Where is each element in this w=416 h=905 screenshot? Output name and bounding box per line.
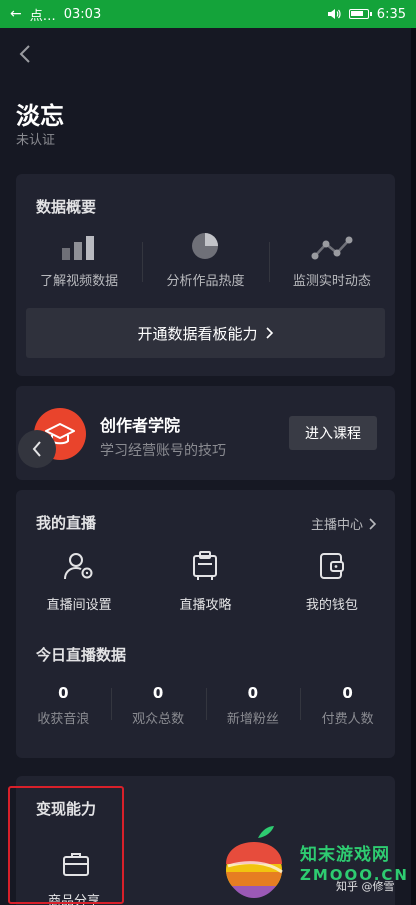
stat-value: 0 bbox=[247, 684, 259, 702]
stat-sound-waves[interactable]: 0 收获音浪 bbox=[16, 684, 111, 728]
tool-work-heat[interactable]: 分析作品热度 bbox=[142, 230, 268, 290]
pie-chart-icon bbox=[192, 233, 219, 259]
watermark: 知末游戏网 ZMOOO.CN 知乎 @修雪 bbox=[218, 820, 416, 905]
data-overview-title: 数据概要 bbox=[36, 198, 97, 216]
chevron-left-icon bbox=[19, 45, 30, 63]
live-action-label: 我的钱包 bbox=[305, 598, 358, 613]
status-time: 03:03 bbox=[63, 6, 102, 22]
stat-label: 收获音浪 bbox=[37, 712, 90, 727]
live-room-settings[interactable]: 直播间设置 bbox=[16, 550, 142, 614]
highlight-annotation bbox=[8, 786, 124, 904]
verification-status: 未认证 bbox=[16, 133, 56, 148]
back-arrow-icon: ← bbox=[10, 6, 22, 22]
stat-viewers[interactable]: 0 观众总数 bbox=[110, 684, 206, 728]
bar-chart-icon bbox=[62, 236, 95, 260]
chevron-left-icon bbox=[32, 441, 41, 457]
profile-name: 淡忘 bbox=[16, 102, 64, 130]
tool-realtime[interactable]: 监测实时动态 bbox=[268, 230, 395, 290]
guide-icon bbox=[193, 551, 218, 580]
tool-label: 了解视频数据 bbox=[40, 274, 119, 289]
battery-icon bbox=[348, 9, 372, 19]
tool-label: 分析作品热度 bbox=[166, 274, 245, 289]
live-action-label: 直播间设置 bbox=[46, 598, 112, 613]
stat-label: 观众总数 bbox=[132, 712, 185, 727]
academy-subtitle: 学习经营账号的技巧 bbox=[100, 443, 226, 459]
right-edge-strip bbox=[411, 28, 416, 905]
live-stats: 0 收获音浪 0 观众总数 0 新增粉丝 0 付费人数 bbox=[16, 684, 395, 728]
stat-new-fans[interactable]: 0 新增粉丝 bbox=[205, 684, 301, 728]
line-chart-icon bbox=[311, 236, 353, 260]
watermark-credit: 知乎 @修雪 bbox=[336, 880, 395, 893]
stat-label: 付费人数 bbox=[321, 712, 374, 727]
stat-value: 0 bbox=[58, 684, 69, 702]
tool-video-data[interactable]: 了解视频数据 bbox=[16, 230, 142, 290]
my-live-card: 我的直播 主播中心 直播间设置 直播攻略 我的钱包 今日直播数据 0 收获音浪 bbox=[16, 490, 395, 758]
watermark-title: 知末游戏网 bbox=[300, 845, 390, 865]
live-guide[interactable]: 直播攻略 bbox=[142, 550, 268, 614]
notification-text: 点… bbox=[29, 8, 56, 24]
carousel-prev-button[interactable] bbox=[18, 430, 56, 468]
data-overview-card: 数据概要 了解视频数据 分析作品热度 监测实时动态 开通数据看板能力 bbox=[16, 174, 395, 376]
user-settings-icon bbox=[64, 553, 93, 580]
live-action-label: 直播攻略 bbox=[179, 598, 232, 613]
live-title: 我的直播 bbox=[36, 514, 97, 532]
back-button[interactable] bbox=[14, 40, 36, 68]
live-actions: 直播间设置 直播攻略 我的钱包 bbox=[16, 550, 395, 614]
stat-value: 0 bbox=[342, 684, 353, 702]
tool-label: 监测实时动态 bbox=[292, 274, 371, 289]
my-wallet[interactable]: 我的钱包 bbox=[269, 550, 395, 614]
chevron-right-icon bbox=[369, 517, 377, 530]
chevron-right-icon bbox=[265, 327, 273, 339]
stat-label: 新增粉丝 bbox=[226, 712, 279, 727]
anchor-center-label: 主播中心 bbox=[310, 518, 363, 533]
stat-paying-users[interactable]: 0 付费人数 bbox=[300, 684, 395, 728]
open-data-board-label: 开通数据看板能力 bbox=[137, 324, 258, 343]
wallet-icon bbox=[319, 553, 344, 579]
volume-icon bbox=[327, 9, 341, 19]
data-tools: 了解视频数据 分析作品热度 监测实时动态 bbox=[16, 230, 395, 290]
apple-logo bbox=[226, 826, 283, 898]
anchor-center-link[interactable]: 主播中心 bbox=[311, 514, 377, 533]
open-data-board-button[interactable]: 开通数据看板能力 bbox=[26, 308, 385, 358]
creator-academy-card[interactable]: 创作者学院 学习经营账号的技巧 进入课程 bbox=[16, 386, 395, 480]
clock: 6:35 bbox=[376, 6, 406, 22]
academy-title: 创作者学院 bbox=[100, 416, 181, 435]
today-live-data-title: 今日直播数据 bbox=[36, 646, 127, 664]
enter-course-button[interactable]: 进入课程 bbox=[289, 416, 377, 450]
status-bar: ← 点… 03:03 6:35 bbox=[0, 0, 416, 28]
stat-value: 0 bbox=[152, 684, 164, 702]
